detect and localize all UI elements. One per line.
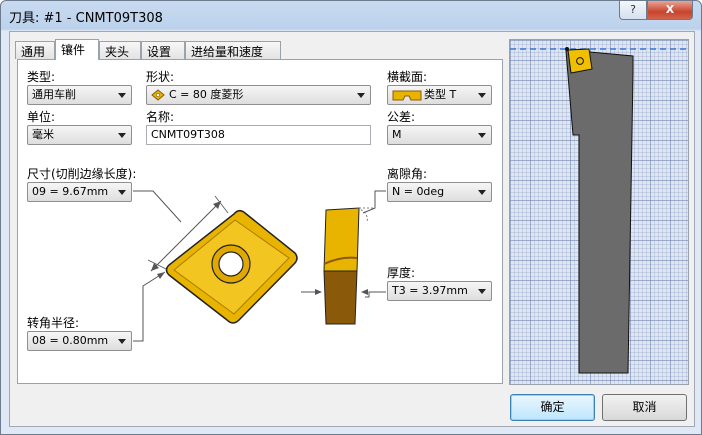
tolerance-label: 公差: xyxy=(387,110,416,124)
tool-tip-point xyxy=(565,47,569,51)
tab-feeds-speeds[interactable]: 进给量和速度 xyxy=(185,41,281,59)
chevron-down-icon xyxy=(118,133,126,138)
title-bar[interactable]: 刀具: #1 - CNMT09T308 ? X xyxy=(1,1,701,29)
leader-arrow-icon xyxy=(315,289,322,295)
thickness-label: 厚度: xyxy=(387,266,416,280)
tool-dialog-window: 刀具: #1 - CNMT09T308 ? X 通用 镶件 夹头 设置 进给量和… xyxy=(0,0,702,435)
shape-select-value: C = 80 度菱形 xyxy=(169,88,244,101)
tab-insert[interactable]: 镶件 xyxy=(55,39,99,60)
clearance-leader-line xyxy=(362,190,386,214)
tool-insert-preview xyxy=(567,48,593,74)
tool-holder-shank xyxy=(565,49,634,374)
unit-select[interactable]: 毫米 xyxy=(27,125,132,145)
clearance-angle-select-value: N = 0deg xyxy=(392,185,445,198)
cross-section-type-icon xyxy=(392,90,422,101)
cross-section-label: 横截面: xyxy=(387,70,428,84)
help-button[interactable]: ? xyxy=(619,1,647,20)
leader-arrow-icon xyxy=(157,272,165,279)
tolerance-select[interactable]: M xyxy=(387,125,492,145)
insert-side-view-bottom xyxy=(323,270,358,325)
type-select[interactable]: 通用车削 xyxy=(27,85,132,105)
thickness-select[interactable]: T3 = 3.97mm xyxy=(387,281,492,301)
clearance-angle-select[interactable]: N = 0deg xyxy=(387,182,492,202)
corner-radius-leader-line xyxy=(133,271,166,342)
diamond-shape-icon xyxy=(151,89,165,101)
tool-preview-drawing xyxy=(510,47,688,374)
chevron-down-icon xyxy=(357,93,365,98)
name-input[interactable]: CNMT09T308 xyxy=(146,125,371,145)
chevron-down-icon xyxy=(118,339,126,344)
tab-setup[interactable]: 设置 xyxy=(141,41,185,59)
tab-holder[interactable]: 夹头 xyxy=(99,41,141,59)
size-select-value: 09 = 9.67mm xyxy=(32,185,109,198)
ok-button[interactable]: 确定 xyxy=(510,394,595,421)
cross-section-select-value: 类型 T xyxy=(424,88,457,101)
corner-radius-label: 转角半径: xyxy=(27,316,80,330)
insert-hole xyxy=(218,251,244,277)
close-button[interactable]: X xyxy=(647,1,693,20)
unit-label: 单位: xyxy=(27,110,56,124)
window-title: 刀具: #1 - CNMT09T308 xyxy=(9,11,163,26)
tab-general[interactable]: 通用 xyxy=(15,41,55,59)
unit-select-value: 毫米 xyxy=(32,128,54,141)
type-select-value: 通用车削 xyxy=(32,88,76,101)
chevron-down-icon xyxy=(478,289,486,294)
tool-preview-canvas[interactable] xyxy=(509,39,689,385)
thickness-leader-line xyxy=(365,291,386,298)
type-label: 类型: xyxy=(27,70,56,84)
corner-radius-select-value: 08 = 0.80mm xyxy=(32,334,109,347)
cross-section-select[interactable]: 类型 T xyxy=(387,85,492,105)
corner-radius-select[interactable]: 08 = 0.80mm xyxy=(27,331,132,351)
leader-arrow-icon xyxy=(361,289,368,295)
size-label: 尺寸(切削边缘长度): xyxy=(27,167,137,181)
clearance-angle-label: 离隙角: xyxy=(387,167,428,181)
chevron-down-icon xyxy=(478,93,486,98)
chevron-down-icon xyxy=(118,93,126,98)
thickness-select-value: T3 = 3.97mm xyxy=(392,284,468,297)
name-label: 名称: xyxy=(146,110,175,124)
shape-select[interactable]: C = 80 度菱形 xyxy=(146,85,371,105)
chevron-down-icon xyxy=(478,133,486,138)
size-select[interactable]: 09 = 9.67mm xyxy=(27,182,132,202)
cancel-button[interactable]: 取消 xyxy=(602,394,687,421)
tolerance-select-value: M xyxy=(392,128,402,141)
shape-label: 形状: xyxy=(146,70,175,84)
chevron-down-icon xyxy=(478,190,486,195)
insert-diagram xyxy=(133,190,386,342)
chevron-down-icon xyxy=(118,190,126,195)
size-leader-line xyxy=(133,190,182,223)
